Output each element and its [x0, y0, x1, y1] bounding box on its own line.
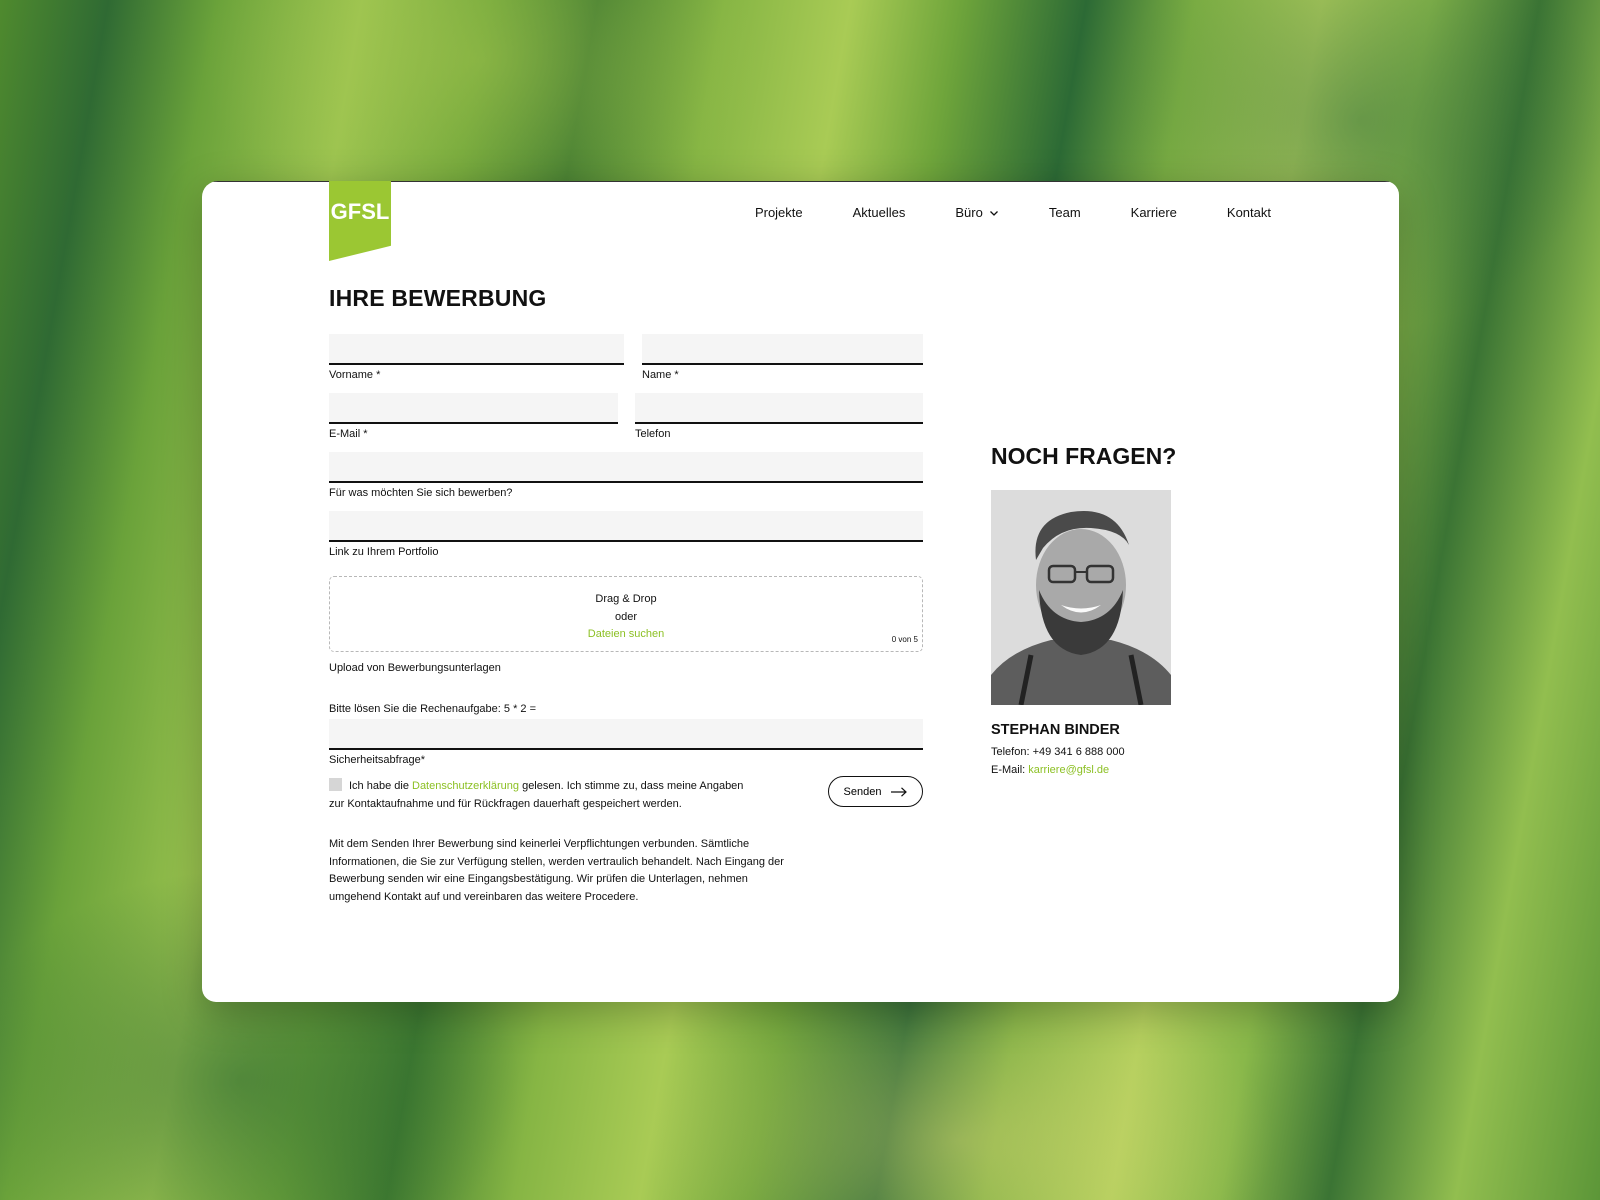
sidebar-title: NOCH FRAGEN?	[991, 443, 1177, 469]
phone-number: +49 341 6 888 000	[1032, 746, 1125, 758]
main-nav: Projekte Aktuelles Büro Team Karriere Ko…	[755, 205, 1271, 220]
logo-text: GFSL	[330, 199, 390, 224]
last-name-label: Name *	[642, 369, 679, 381]
position-input[interactable]	[329, 452, 923, 483]
consent-text-before: Ich habe die	[349, 780, 412, 792]
nav-item-aktuelles[interactable]: Aktuelles	[853, 205, 906, 220]
nav-label: Projekte	[754, 205, 803, 220]
privacy-policy-link[interactable]: Datenschutzerklärung	[412, 780, 519, 792]
email-link[interactable]: karriere@gfsl.de	[1028, 764, 1109, 776]
name-row: Vorname * Name *	[329, 334, 923, 393]
browse-files-link[interactable]: Dateien suchen	[330, 626, 922, 644]
contact-sidebar: NOCH FRAGEN? STEPHAN BINDER Telefon: +49…	[991, 443, 1221, 779]
phone-input[interactable]	[635, 393, 923, 424]
phone-field: Telefon	[635, 393, 923, 442]
position-field: Für was möchten Sie sich bewerben?	[329, 452, 923, 501]
phone-label: Telefon	[635, 428, 671, 440]
chevron-down-icon	[989, 210, 998, 216]
email-input[interactable]	[329, 393, 618, 424]
nav-label: Büro	[955, 205, 983, 220]
nav-item-team[interactable]: Team	[1049, 205, 1081, 220]
dropzone-or-text: oder	[614, 610, 638, 623]
portfolio-field: Link zu Ihrem Portfolio	[329, 511, 923, 560]
nav-label: Kontakt	[1226, 205, 1271, 220]
position-label: Für was möchten Sie sich bewerben?	[329, 487, 513, 499]
portrait-image	[991, 490, 1171, 705]
consent-row: Ich habe die Datenschutzerklärung gelese…	[329, 776, 923, 813]
nav-item-projekte[interactable]: Projekte	[755, 205, 803, 220]
first-name-field: Vorname *	[329, 334, 624, 383]
phone-prefix: Telefon:	[991, 746, 1033, 758]
last-name-field: Name *	[642, 334, 923, 383]
contact-phone: Telefon: +49 341 6 888 000	[991, 744, 1221, 762]
nav-label: Aktuelles	[852, 205, 906, 220]
gfsl-logo[interactable]: GFSL	[329, 181, 391, 261]
email-field: E-Mail *	[329, 393, 618, 442]
nav-item-karriere[interactable]: Karriere	[1131, 205, 1177, 220]
nav-label: Karriere	[1130, 205, 1177, 220]
nav-item-buero[interactable]: Büro	[955, 205, 998, 220]
email-prefix: E-Mail:	[991, 763, 1029, 776]
portfolio-label: Link zu Ihrem Portfolio	[329, 546, 439, 558]
upload-label: Upload von Bewerbungsunterlagen	[329, 662, 501, 674]
contact-row: E-Mail * Telefon	[329, 393, 923, 452]
dropzone-drag-text: Drag & Drop	[595, 593, 657, 605]
nav-item-kontakt[interactable]: Kontakt	[1227, 205, 1271, 220]
file-count: 0 von 5	[891, 635, 918, 644]
nav-label: Team	[1048, 205, 1081, 220]
captcha-question: Bitte lösen Sie die Rechenaufgabe: 5 * 2…	[329, 703, 537, 715]
last-name-input[interactable]	[642, 334, 923, 365]
email-label: E-Mail *	[329, 428, 368, 440]
send-button[interactable]: Senden	[828, 776, 923, 807]
portfolio-input[interactable]	[329, 511, 923, 542]
browser-window: GFSL Projekte Aktuelles Büro Team Karrie…	[202, 181, 1399, 1002]
page-title: IHRE BEWERBUNG	[329, 285, 547, 311]
privacy-consent-checkbox[interactable]	[329, 778, 342, 791]
privacy-consent: Ich habe die Datenschutzerklärung gelese…	[329, 778, 759, 813]
contact-email: E-Mail: karriere@gfsl.de	[991, 762, 1221, 780]
first-name-input[interactable]	[329, 334, 624, 365]
send-button-label: Senden	[843, 785, 882, 798]
arrow-right-icon	[891, 786, 908, 797]
contact-name: STEPHAN BINDER	[991, 722, 1120, 738]
disclaimer-text: Mit dem Senden Ihrer Bewerbung sind kein…	[329, 838, 784, 904]
contact-portrait	[991, 490, 1171, 705]
first-name-label: Vorname *	[329, 369, 381, 381]
captcha-field: Sicherheitsabfrage*	[329, 719, 923, 768]
application-form: IHRE BEWERBUNG Vorname * Name * E-Mail *…	[329, 285, 923, 907]
file-dropzone[interactable]: Drag & Drop oder Dateien suchen 0 von 5	[329, 576, 923, 652]
captcha-input[interactable]	[329, 719, 923, 750]
captcha-label: Sicherheitsabfrage*	[329, 754, 426, 766]
